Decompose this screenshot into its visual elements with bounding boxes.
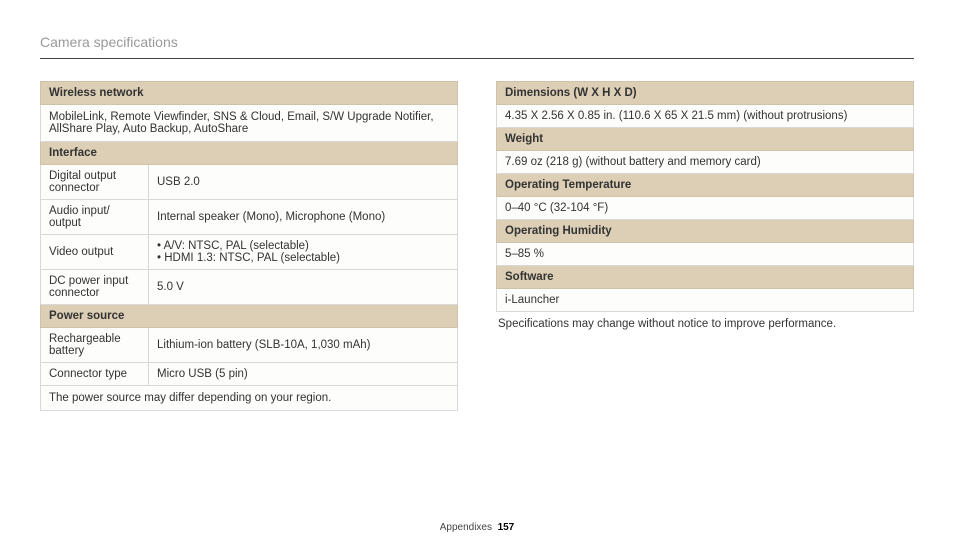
section-software: Software — [497, 266, 914, 289]
section-power-source: Power source — [41, 305, 458, 328]
power-source-note: The power source may differ depending on… — [41, 386, 458, 411]
right-column: Dimensions (W X H X D) 4.35 X 2.56 X 0.8… — [496, 81, 914, 411]
value-op-humidity: 5–85 % — [497, 243, 914, 266]
label-battery: Rechargeable battery — [41, 328, 149, 363]
value-digital-output: USB 2.0 — [149, 165, 458, 200]
value-weight: 7.69 oz (218 g) (without battery and mem… — [497, 151, 914, 174]
video-output-hdmi: HDMI 1.3: NTSC, PAL (selectable) — [157, 252, 449, 264]
value-dimensions: 4.35 X 2.56 X 0.85 in. (110.6 X 65 X 21.… — [497, 105, 914, 128]
value-connector-type: Micro USB (5 pin) — [149, 363, 458, 386]
left-column: Wireless network MobileLink, Remote View… — [40, 81, 458, 411]
specs-table-right: Dimensions (W X H X D) 4.35 X 2.56 X 0.8… — [496, 81, 914, 312]
section-op-temp: Operating Temperature — [497, 174, 914, 197]
value-battery: Lithium-ion battery (SLB-10A, 1,030 mAh) — [149, 328, 458, 363]
footer-section: Appendixes — [440, 522, 492, 533]
footer-page-number: 157 — [498, 522, 515, 533]
content-columns: Wireless network MobileLink, Remote View… — [40, 81, 914, 411]
specs-table-left: Wireless network MobileLink, Remote View… — [40, 81, 458, 411]
section-wireless-network: Wireless network — [41, 82, 458, 105]
label-audio-io: Audio input/ output — [41, 200, 149, 235]
wireless-network-value: MobileLink, Remote Viewfinder, SNS & Clo… — [41, 105, 458, 142]
section-dimensions: Dimensions (W X H X D) — [497, 82, 914, 105]
value-video-output: A/V: NTSC, PAL (selectable) HDMI 1.3: NT… — [149, 235, 458, 270]
page-footer: Appendixes 157 — [0, 522, 954, 533]
label-video-output: Video output — [41, 235, 149, 270]
value-software: i-Launcher — [497, 289, 914, 312]
value-dc-power: 5.0 V — [149, 270, 458, 305]
value-op-temp: 0–40 °C (32-104 °F) — [497, 197, 914, 220]
label-connector-type: Connector type — [41, 363, 149, 386]
label-digital-output: Digital output connector — [41, 165, 149, 200]
section-weight: Weight — [497, 128, 914, 151]
section-interface: Interface — [41, 142, 458, 165]
disclaimer-text: Specifications may change without notice… — [496, 312, 914, 330]
label-dc-power: DC power input connector — [41, 270, 149, 305]
section-op-humidity: Operating Humidity — [497, 220, 914, 243]
value-audio-io: Internal speaker (Mono), Microphone (Mon… — [149, 200, 458, 235]
page-title: Camera specifications — [40, 34, 914, 59]
video-output-av: A/V: NTSC, PAL (selectable) — [157, 240, 449, 252]
